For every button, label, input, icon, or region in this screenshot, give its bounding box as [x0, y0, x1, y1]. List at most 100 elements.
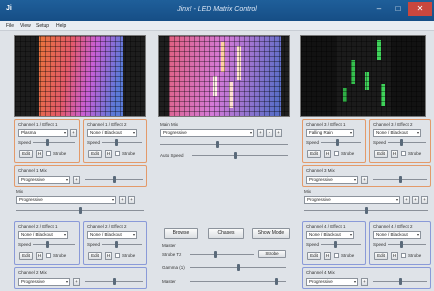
mix-dropdown[interactable]: Progressive ▾: [304, 196, 400, 204]
plus-button[interactable]: +: [119, 196, 126, 204]
slider-thumb[interactable]: [216, 141, 219, 148]
strobe-tz-slider[interactable]: [190, 251, 254, 258]
plus-button[interactable]: +: [128, 196, 135, 204]
gamma-slider[interactable]: [190, 264, 286, 271]
slider-thumb[interactable]: [113, 278, 116, 285]
menu-setup[interactable]: Setup: [36, 23, 49, 29]
speed-slider[interactable]: [388, 139, 426, 146]
slider-thumb[interactable]: [79, 207, 82, 214]
main-mix-dropdown[interactable]: Progressive ▾: [160, 129, 254, 137]
effect-dropdown[interactable]: Plasma ▾: [18, 129, 68, 137]
plus-button[interactable]: +: [73, 176, 80, 184]
effect-dropdown[interactable]: None / Blackout ▾: [373, 231, 421, 239]
main-mix-button-3[interactable]: +: [275, 129, 282, 137]
effect-dropdown[interactable]: Falling Rain ▾: [306, 129, 354, 137]
slider-thumb[interactable]: [400, 139, 403, 146]
slider-thumb[interactable]: [214, 251, 217, 258]
mix-dropdown[interactable]: Progressive ▾: [306, 176, 358, 184]
edit-button[interactable]: Edit: [88, 150, 102, 158]
edit-button[interactable]: Edit: [88, 252, 102, 260]
plus-button[interactable]: +: [421, 196, 428, 204]
h-button[interactable]: H: [391, 150, 398, 158]
speed-slider[interactable]: [33, 139, 75, 146]
effect-dropdown[interactable]: None / Blackout ▾: [87, 129, 137, 137]
strobe-checkbox[interactable]: [46, 253, 51, 258]
master-slider[interactable]: [190, 278, 286, 285]
plus-button[interactable]: +: [361, 278, 368, 286]
speed-slider[interactable]: [102, 241, 142, 248]
strobe-checkbox[interactable]: [401, 151, 406, 156]
plus-button[interactable]: +: [412, 196, 419, 204]
mix-slider[interactable]: [85, 176, 143, 183]
main-mix-button-2[interactable]: -: [266, 129, 273, 137]
speed-slider[interactable]: [33, 241, 75, 248]
slider-thumb[interactable]: [234, 152, 237, 159]
minimize-button[interactable]: –: [370, 2, 388, 16]
menu-view[interactable]: View: [20, 23, 31, 29]
speed-slider[interactable]: [388, 241, 426, 248]
speed-slider[interactable]: [321, 139, 361, 146]
slider-thumb[interactable]: [46, 241, 49, 248]
plus-button[interactable]: +: [361, 176, 368, 184]
strobe-checkbox[interactable]: [334, 253, 339, 258]
mix-dropdown[interactable]: Progressive ▾: [18, 176, 70, 184]
main-mix-button-1[interactable]: +: [257, 129, 264, 137]
slider-thumb[interactable]: [115, 241, 118, 248]
slider-thumb[interactable]: [275, 278, 278, 285]
slider-thumb[interactable]: [46, 139, 49, 146]
strobe-checkbox[interactable]: [115, 151, 120, 156]
effect-dropdown[interactable]: None / Blackout ▾: [87, 231, 137, 239]
slider-thumb[interactable]: [399, 176, 402, 183]
strobe-checkbox[interactable]: [401, 253, 406, 258]
mix-dropdown[interactable]: Progressive ▾: [18, 278, 70, 286]
mix-slider[interactable]: [85, 278, 143, 285]
mix-dropdown[interactable]: Progressive ▾: [306, 278, 358, 286]
maximize-button[interactable]: □: [389, 2, 407, 16]
mix-dropdown[interactable]: Progressive ▾: [16, 196, 116, 204]
slider-thumb[interactable]: [237, 264, 240, 271]
strobe-checkbox[interactable]: [115, 253, 120, 258]
edit-button[interactable]: Edit: [374, 150, 388, 158]
slider-thumb[interactable]: [334, 241, 337, 248]
mix-slider[interactable]: [373, 278, 427, 285]
slider-thumb[interactable]: [399, 278, 402, 285]
mix-slider[interactable]: [304, 207, 428, 214]
plus-button[interactable]: +: [73, 278, 80, 286]
edit-button[interactable]: Edit: [19, 150, 33, 158]
edit-button[interactable]: Edit: [307, 150, 321, 158]
slider-thumb[interactable]: [336, 139, 339, 146]
h-button[interactable]: H: [36, 252, 43, 260]
strobe-checkbox[interactable]: [334, 151, 339, 156]
h-button[interactable]: H: [324, 252, 331, 260]
main-mix-slider[interactable]: [160, 141, 288, 148]
menu-file[interactable]: File: [6, 23, 14, 29]
effect-dropdown[interactable]: None / Blackout ▾: [373, 129, 421, 137]
slider-thumb[interactable]: [365, 207, 368, 214]
h-button[interactable]: H: [105, 150, 112, 158]
slider-thumb[interactable]: [113, 176, 116, 183]
h-button[interactable]: H: [391, 252, 398, 260]
h-button[interactable]: H: [105, 252, 112, 260]
edit-button[interactable]: Edit: [307, 252, 321, 260]
slider-thumb[interactable]: [400, 241, 403, 248]
slider-thumb[interactable]: [115, 139, 118, 146]
close-button[interactable]: ✕: [408, 2, 432, 16]
auto-speed-slider[interactable]: [192, 152, 288, 159]
edit-button[interactable]: Edit: [19, 252, 33, 260]
speed-slider[interactable]: [102, 139, 142, 146]
chases-button[interactable]: Chases: [208, 228, 244, 239]
h-button[interactable]: H: [36, 150, 43, 158]
effect-dropdown[interactable]: None / Blackout ▾: [306, 231, 354, 239]
strobe-checkbox[interactable]: [46, 151, 51, 156]
strobe-button[interactable]: Strobe: [258, 250, 286, 258]
effect-dropdown[interactable]: None / Blackout ▾: [18, 231, 68, 239]
browse-button[interactable]: Browse: [164, 228, 198, 239]
show-mode-button[interactable]: Show Mode: [252, 228, 290, 239]
edit-button[interactable]: Edit: [374, 252, 388, 260]
plus-button[interactable]: +: [403, 196, 410, 204]
menu-help[interactable]: Help: [56, 23, 66, 29]
h-button[interactable]: H: [324, 150, 331, 158]
speed-slider[interactable]: [321, 241, 361, 248]
plus-button[interactable]: +: [70, 129, 77, 137]
mix-slider[interactable]: [16, 207, 144, 214]
